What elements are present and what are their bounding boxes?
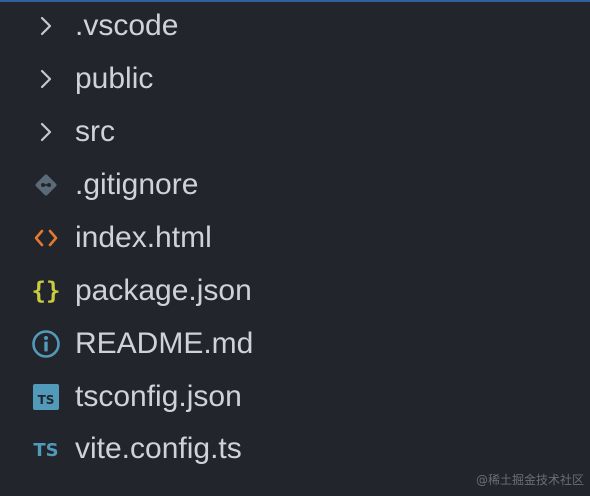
- watermark: @稀土掘金技术社区: [475, 473, 584, 487]
- svg-text:{}: {}: [32, 277, 60, 305]
- tree-item-public-folder[interactable]: public: [0, 53, 590, 105]
- tree-item-label: tsconfig.json: [75, 380, 242, 413]
- tree-item-label: src: [75, 115, 115, 148]
- tree-item-label: public: [75, 62, 154, 95]
- svg-text:TS: TS: [38, 393, 55, 407]
- tree-item-readme-file[interactable]: README.md: [0, 318, 590, 370]
- git-icon: [28, 159, 64, 211]
- tree-item-label: index.html: [75, 221, 212, 254]
- tree-item-vite-config-ts-file[interactable]: TS vite.config.ts: [0, 423, 590, 475]
- tree-item-vscode-folder[interactable]: .vscode: [0, 0, 590, 52]
- tree-item-label: vite.config.ts: [75, 432, 242, 465]
- tree-item-tsconfig-json-file[interactable]: TS tsconfig.json: [0, 371, 590, 423]
- file-explorer-tree: .vscode public src .gitignore index.html…: [0, 0, 590, 496]
- html-icon: [28, 212, 64, 264]
- tree-item-label: README.md: [75, 327, 254, 360]
- chevron-right-icon: [28, 106, 64, 158]
- tree-item-label: .vscode: [75, 9, 179, 42]
- tree-item-label: .gitignore: [75, 168, 199, 201]
- chevron-right-icon: [28, 0, 64, 52]
- tree-item-gitignore-file[interactable]: .gitignore: [0, 159, 590, 211]
- tsconfig-icon: TS: [28, 371, 64, 423]
- tree-item-index-html-file[interactable]: index.html: [0, 212, 590, 264]
- tree-item-package-json-file[interactable]: {} package.json: [0, 265, 590, 317]
- typescript-icon: TS: [28, 423, 64, 475]
- tree-item-src-folder[interactable]: src: [0, 106, 590, 158]
- tree-item-label: package.json: [75, 274, 252, 307]
- chevron-right-icon: [28, 53, 64, 105]
- info-icon: [28, 318, 64, 370]
- svg-text:TS: TS: [33, 440, 58, 461]
- json-icon: {}: [28, 265, 64, 317]
